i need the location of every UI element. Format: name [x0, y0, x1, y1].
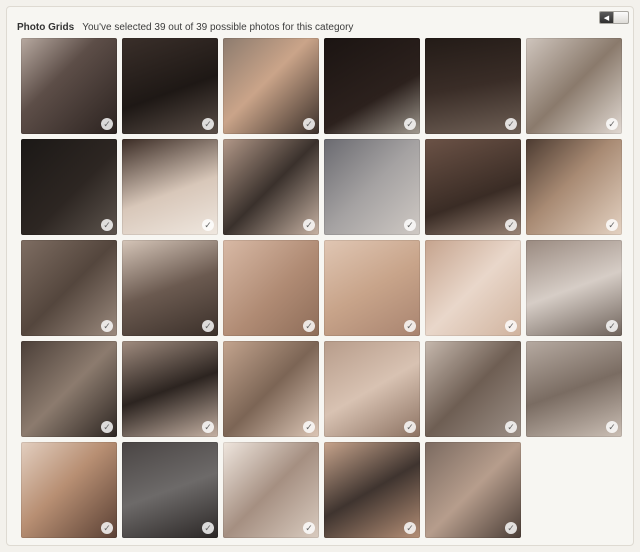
selected-check-icon[interactable]: ✓: [101, 421, 113, 433]
selected-check-icon[interactable]: ✓: [202, 118, 214, 130]
photo-tile[interactable]: ✓: [21, 139, 117, 235]
photo-tile[interactable]: ✓: [526, 341, 622, 437]
selected-check-icon[interactable]: ✓: [303, 522, 315, 534]
photo-tile[interactable]: ✓: [122, 341, 218, 437]
selected-check-icon[interactable]: ✓: [606, 118, 618, 130]
selected-check-icon[interactable]: ✓: [505, 522, 517, 534]
photo-tile[interactable]: ✓: [21, 442, 117, 538]
photo-tile[interactable]: ✓: [324, 139, 420, 235]
selected-check-icon[interactable]: ✓: [202, 219, 214, 231]
photo-grids-panel: Photo Grids You've selected 39 out of 39…: [6, 6, 634, 546]
selected-check-icon[interactable]: ✓: [303, 320, 315, 332]
selected-check-icon[interactable]: ✓: [505, 219, 517, 231]
photo-tile[interactable]: ✓: [223, 38, 319, 134]
next-button[interactable]: [614, 11, 629, 24]
photo-tile[interactable]: ✓: [425, 38, 521, 134]
selected-check-icon[interactable]: ✓: [404, 320, 416, 332]
photo-tile[interactable]: ✓: [526, 240, 622, 336]
photo-tile[interactable]: ✓: [21, 38, 117, 134]
selected-check-icon[interactable]: ✓: [505, 118, 517, 130]
selected-check-icon[interactable]: ✓: [202, 421, 214, 433]
photo-tile[interactable]: ✓: [526, 38, 622, 134]
selected-check-icon[interactable]: ✓: [202, 320, 214, 332]
photo-tile[interactable]: ✓: [122, 139, 218, 235]
photo-tile[interactable]: ✓: [223, 341, 319, 437]
selected-check-icon[interactable]: ✓: [404, 219, 416, 231]
selected-check-icon[interactable]: ✓: [101, 118, 113, 130]
photo-tile[interactable]: ✓: [122, 38, 218, 134]
selected-check-icon[interactable]: ✓: [101, 320, 113, 332]
photo-tile[interactable]: ✓: [425, 139, 521, 235]
selected-check-icon[interactable]: ✓: [606, 421, 618, 433]
selected-check-icon[interactable]: ✓: [606, 320, 618, 332]
photo-tile[interactable]: ✓: [223, 240, 319, 336]
photo-tile[interactable]: ✓: [324, 38, 420, 134]
selected-check-icon[interactable]: ✓: [303, 219, 315, 231]
chevron-left-icon: ◀: [603, 14, 610, 22]
selected-check-icon[interactable]: ✓: [303, 118, 315, 130]
selected-check-icon[interactable]: ✓: [505, 421, 517, 433]
previous-button[interactable]: ◀: [599, 11, 614, 24]
photo-tile[interactable]: ✓: [324, 240, 420, 336]
photo-tile[interactable]: ✓: [324, 341, 420, 437]
selected-check-icon[interactable]: ✓: [404, 522, 416, 534]
photo-tile[interactable]: ✓: [21, 240, 117, 336]
selected-check-icon[interactable]: ✓: [202, 522, 214, 534]
photo-tile[interactable]: ✓: [324, 442, 420, 538]
selected-check-icon[interactable]: ✓: [606, 219, 618, 231]
photo-grid: ✓ ✓ ✓ ✓ ✓ ✓ ✓ ✓ ✓ ✓ ✓ ✓ ✓ ✓ ✓ ✓ ✓ ✓ ✓ ✓ ✓ ✓ ✓ ✓ ✓ ✓ ✓ ✓ ✓: [21, 38, 622, 538]
selection-summary: You've selected 39 out of 39 possible ph…: [82, 21, 354, 33]
photo-tile[interactable]: ✓: [526, 139, 622, 235]
selected-check-icon[interactable]: ✓: [101, 219, 113, 231]
photo-tile[interactable]: ✓: [425, 341, 521, 437]
photo-tile[interactable]: ✓: [425, 240, 521, 336]
photo-tile[interactable]: ✓: [425, 442, 521, 538]
selected-check-icon[interactable]: ✓: [303, 421, 315, 433]
panel-title: Photo Grids: [17, 21, 75, 33]
photo-tile[interactable]: ✓: [21, 341, 117, 437]
selected-check-icon[interactable]: ✓: [404, 118, 416, 130]
photo-tile[interactable]: ✓: [122, 240, 218, 336]
photo-tile[interactable]: ✓: [223, 442, 319, 538]
photo-tile[interactable]: ✓: [223, 139, 319, 235]
selected-check-icon[interactable]: ✓: [505, 320, 517, 332]
selected-check-icon[interactable]: ✓: [404, 421, 416, 433]
pager-controls: ◀: [599, 11, 629, 24]
panel-header: Photo Grids You've selected 39 out of 39…: [17, 17, 623, 37]
selected-check-icon[interactable]: ✓: [101, 522, 113, 534]
photo-tile[interactable]: ✓: [122, 442, 218, 538]
